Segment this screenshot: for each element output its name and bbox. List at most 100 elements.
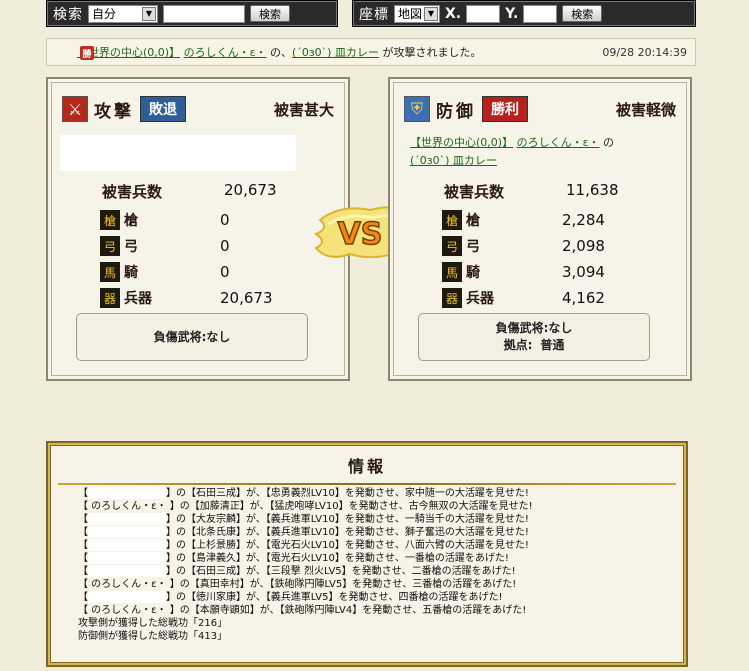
spear-icon: 槍 [442,210,462,230]
log-line: 【 のろしくん・ε・ 】の【真田幸村】が、【鉄砲隊円陣LV5】を発動させ、三番槍… [78,578,678,591]
defense-panel: ⛨ 防御 勝利 被害軽微 【世界の中心(0,0)】 のろしくん・ε・ の (´0… [388,77,692,381]
crossed-swords-icon: ⚔ [62,96,88,122]
defender-base-link[interactable]: (´0з0`) 皿カレー [410,154,497,167]
unit-label: 槍 [124,213,138,229]
attack-row-spear: 槍 槍 0 [100,207,340,233]
log-text: 】の【徳川家康】が、【義兵進軍LV5】を発動させ、四番槍の活躍をあげた! [166,592,503,603]
notice-mid-text: の、 [266,46,293,59]
map-select[interactable]: 地図 ▼ [394,4,440,23]
notice-timestamp: 09/28 20:14:39 [602,45,687,59]
defense-result-badge: 勝利 [482,96,528,122]
notice-message: 【世界の中心(0,0)】 のろしくん・ε・ の、(´0з0`) 皿カレー が攻撃… [77,44,602,60]
log-text: 【 のろしくん・ε・ 】の【真田幸村】が、【鉄砲隊円陣LV5】を発動させ、三番槍… [78,579,517,590]
attack-row-siege: 器 兵器 20,673 [100,285,340,311]
log-text: 【 [78,540,88,551]
log-text: 防御側が獲得した総戦功「413」 [78,631,228,642]
defense-role-title: 防御 [436,101,476,122]
unit-label: 兵器 [124,291,152,307]
battle-info-panel: 情報 【 】の【石田三成】が、【忠勇義烈LV10】を発動させ、家中随一の大活躍を見… [46,441,688,667]
defense-row-bow: 弓 弓 2,098 [442,233,682,259]
y-coordinate-input[interactable] [523,4,558,23]
log-text: 】の【石田三成】が、【忠勇義烈LV10】を発動させ、家中随一の大活躍を見せた! [166,488,529,499]
coord-search-button[interactable]: 検索 [562,5,603,22]
battle-log: 【 】の【石田三成】が、【忠勇義烈LV10】を発動させ、家中随一の大活躍を見せた!… [78,487,678,643]
x-coordinate-input[interactable] [466,4,501,23]
log-line: 【 】の【石田三成】が、【忠勇義烈LV10】を発動させ、家中随一の大活躍を見せた! [78,487,678,500]
log-line: 【 】の【島津義久】が、【電光石火LV10】を発動させ、一番槍の活躍をあげた! [78,552,678,565]
vs-text: VS [338,217,383,252]
base-status-value: 普通 [540,338,565,352]
unit-label: 槍 [466,213,480,229]
log-text: 】の【北条氏康】が、【義兵進軍LV10】を発動させ、獅子奮迅の大活躍を見せた! [166,527,529,538]
unit-label: 兵器 [466,291,494,307]
attack-row-bow: 弓 弓 0 [100,233,340,259]
log-text: 【 [78,527,88,538]
log-text: 】の【石田三成】が、【三段撃 烈火LV5】を発動させ、二番槍の活躍をあげた! [166,566,516,577]
defense-row-siege: 器 兵器 4,162 [442,285,682,311]
defense-row-spear: 槍 槍 2,284 [442,207,682,233]
redacted-name [88,487,166,499]
search-target-value: 自分 [92,7,117,21]
attack-role-title: 攻撃 [94,101,134,122]
redacted-name [88,513,166,525]
log-text: 【 [78,553,88,564]
notice-base-link[interactable]: (´0з0`) 皿カレー [292,46,379,59]
defense-header: ⛨ 防御 勝利 被害軽微 [404,95,676,123]
log-text: 【 のろしくん・ε・ 】の【加藤清正】が、【猛虎咆哮LV10】を発動させ、古今無… [78,501,533,512]
log-line: 【 】の【石田三成】が、【三段撃 烈火LV5】を発動させ、二番槍の活躍をあげた! [78,565,678,578]
unit-label: 弓 [466,239,480,255]
coord-label: 座標 [359,6,389,23]
log-text: 【 [78,514,88,525]
coord-bar: 座標 地図 ▼ X. Y. 検索 [352,0,696,27]
search-input[interactable] [163,4,245,23]
helmet-icon: ⛨ [404,96,430,122]
log-text: 】の【上杉景勝】が、【電光石火LV10】を発動させ、八面六臂の大活躍を見せた! [166,540,529,551]
defense-damage-level: 被害軽微 [615,100,676,119]
unit-label: 弓 [124,239,138,255]
unit-value: 0 [220,237,230,255]
notice-player-link[interactable]: のろしくん・ε・ [184,46,267,59]
log-line: 【 】の【大友宗麟】が、【義兵進軍LV10】を発動させ、一騎当千の大活躍を見せた! [78,513,678,526]
defense-row-cavalry: 馬 騎 3,094 [442,259,682,285]
x-label: X. [445,5,462,22]
defense-base-status: 拠点: 普通 [504,337,565,354]
defender-location-link[interactable]: 【世界の中心(0,0)】 [410,136,513,149]
search-bar: 検索 自分 ▼ 検索 [46,0,338,27]
unit-value: 2,284 [562,211,605,229]
search-button[interactable]: 検索 [250,5,290,22]
unit-label: 騎 [124,265,138,281]
horse-icon: 馬 [100,262,120,282]
defender-player-link[interactable]: のろしくん・ε・ [517,136,600,149]
info-title: 情報 [347,457,386,476]
unit-value: 3,094 [562,263,605,281]
map-select-value: 地図 [398,7,423,21]
redacted-name [88,539,166,551]
chevron-down-icon: ▼ [142,6,156,21]
attack-injured-general: 負傷武将:なし [153,329,231,344]
redacted-name [88,591,166,603]
redacted-name [88,552,166,564]
notice-tail-text: が攻撃されました。 [378,46,482,59]
attacker-name-redacted [60,135,296,171]
log-line: 攻撃側が獲得した総戦功「216」 [78,617,678,630]
battle-notice: 勝 【世界の中心(0,0)】 のろしくん・ε・ の、(´0з0`) 皿カレー が… [46,38,696,66]
defense-loss-total: 11,638 [566,181,619,199]
log-line: 【 】の【上杉景勝】が、【電光石火LV10】を発動させ、八面六臂の大活躍を見せた! [78,539,678,552]
defense-injured-general-box: 負傷武将:なし 拠点: 普通 [418,313,650,361]
attack-loss-total: 20,673 [224,181,277,199]
horse-icon: 馬 [442,262,462,282]
attack-panel: ⚔ 攻撃 敗退 被害甚大 被害兵数 20,673 槍 槍 0 弓 弓 0 馬 騎… [46,77,350,381]
unit-value: 0 [220,263,230,281]
attack-damage-level: 被害甚大 [273,100,334,119]
search-target-select[interactable]: 自分 ▼ [88,4,158,23]
log-text: 【 [78,566,88,577]
log-line: 【 】の【北条氏康】が、【義兵進軍LV10】を発動させ、獅子奮迅の大活躍を見せた! [78,526,678,539]
attack-header: ⚔ 攻撃 敗退 被害甚大 [62,95,334,123]
base-status-label: 拠点: [503,338,533,352]
unit-value: 4,162 [562,289,605,307]
log-line: 【 】の【徳川家康】が、【義兵進軍LV5】を発動させ、四番槍の活躍をあげた! [78,591,678,604]
info-divider [58,483,676,485]
redacted-name [88,526,166,538]
log-line: 防御側が獲得した総戦功「413」 [78,630,678,643]
attack-loss-rows: 槍 槍 0 弓 弓 0 馬 騎 0 器 兵器 20,673 [100,207,340,311]
